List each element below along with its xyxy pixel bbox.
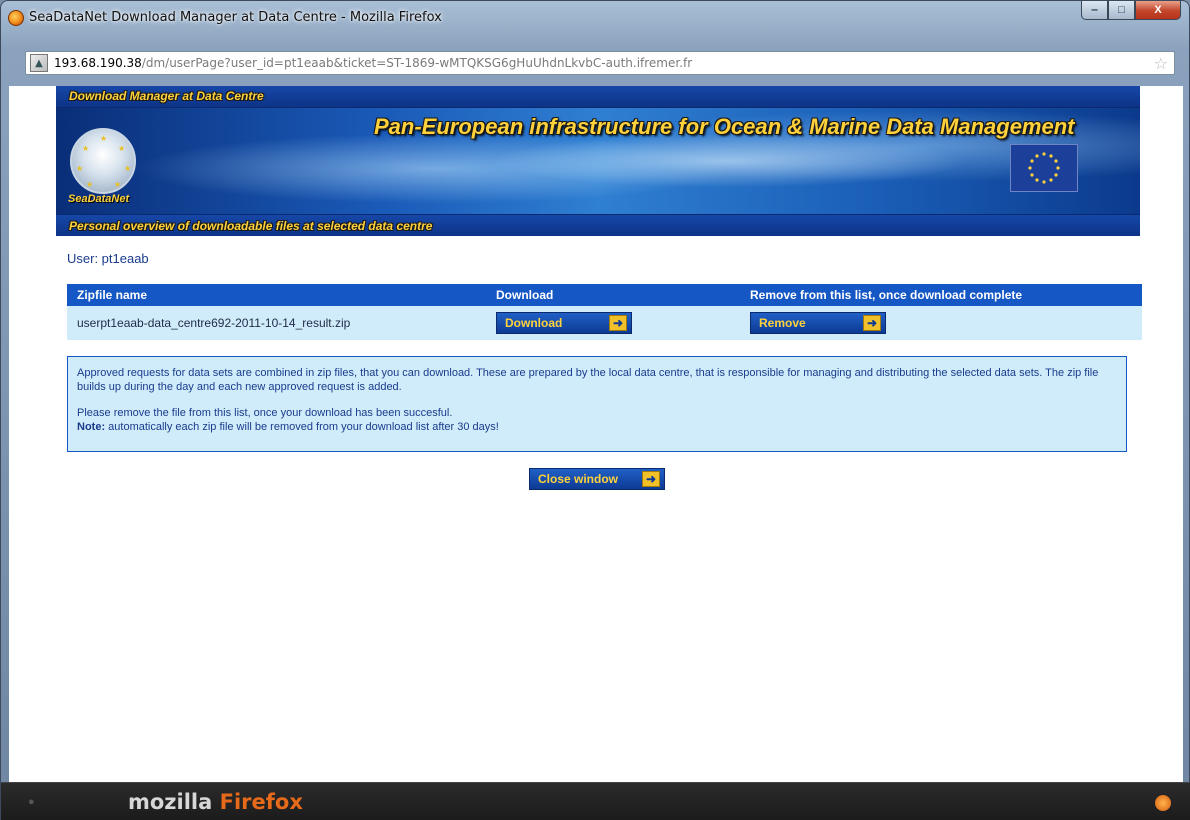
download-cell: Download ➜: [486, 306, 746, 340]
eu-flag-icon: [1010, 144, 1078, 192]
brand-mozilla: mozilla: [128, 790, 213, 814]
logo-name: SeaDataNet: [68, 193, 130, 205]
download-button-label: Download: [505, 316, 563, 330]
arrow-right-icon: ➜: [863, 315, 881, 331]
info-paragraph-remove: Please remove the file from this list, o…: [77, 407, 453, 419]
info-note: Note: automatically each zip file will b…: [77, 420, 1118, 434]
close-window-wrapper: Close window ➜: [529, 468, 665, 490]
banner-top-label: Download Manager at Data Centre: [69, 89, 264, 103]
url-domain: 193.68.190.38: [54, 56, 142, 70]
firefox-icon[interactable]: [8, 10, 24, 26]
note-label: Note:: [77, 421, 106, 433]
browser-window: SeaDataNet Download Manager at Data Cent…: [0, 0, 1190, 820]
zipfile-name: userpt1eaab-data_centre692-2011-10-14_re…: [67, 306, 486, 340]
site-identity-icon[interactable]: ▲: [30, 54, 48, 72]
close-window-label: Close window: [538, 472, 619, 486]
window-controls: ‒ □ X: [1081, 1, 1181, 20]
user-label: User: pt1eaab: [67, 251, 149, 266]
maximize-button[interactable]: □: [1108, 1, 1135, 20]
remove-button-label: Remove: [759, 316, 806, 330]
note-text: automatically each zip file will be remo…: [105, 421, 499, 433]
files-table: Zipfile name Download Remove from this l…: [67, 284, 1142, 340]
table-header-row: Zipfile name Download Remove from this l…: [67, 284, 1142, 306]
info-box: Approved requests for data sets are comb…: [67, 356, 1127, 452]
info-paragraph: Approved requests for data sets are comb…: [77, 367, 1099, 393]
remove-cell: Remove ➜: [746, 306, 1142, 340]
title-bar: SeaDataNet Download Manager at Data Cent…: [1, 1, 1189, 37]
status-icon: ●: [28, 796, 35, 808]
firefox-menu-icon[interactable]: [1155, 795, 1171, 811]
close-window-button[interactable]: Close window ➜: [529, 468, 665, 490]
address-bar[interactable]: ▲ 193.68.190.38 /dm/userPage?user_id=pt1…: [25, 51, 1175, 75]
star-icon[interactable]: ☆: [1154, 54, 1168, 73]
banner-headline: Pan-European infrastructure for Ocean & …: [374, 114, 1075, 139]
remove-button[interactable]: Remove ➜: [750, 312, 886, 334]
column-header-zipfile: Zipfile name: [67, 284, 486, 306]
minimize-button[interactable]: ‒: [1081, 1, 1108, 20]
table-row: userpt1eaab-data_centre692-2011-10-14_re…: [67, 306, 1142, 340]
window-title: SeaDataNet Download Manager at Data Cent…: [29, 10, 442, 25]
page-content: Download Manager at Data Centre Pan-Euro…: [9, 86, 1183, 783]
column-header-download: Download: [486, 284, 746, 306]
close-button[interactable]: X: [1135, 1, 1181, 20]
seadatanet-logo-icon: ★ ★ ★ ★ ★ ★ ★: [70, 128, 136, 194]
header-banner: Download Manager at Data Centre Pan-Euro…: [56, 86, 1140, 236]
arrow-right-icon: ➜: [609, 315, 627, 331]
url-path: /dm/userPage?user_id=pt1eaab&ticket=ST-1…: [141, 56, 693, 70]
column-header-remove: Remove from this list, once download com…: [746, 284, 1142, 306]
download-button[interactable]: Download ➜: [496, 312, 632, 334]
arrow-right-icon: ➜: [642, 471, 660, 487]
banner-bottom-label: Personal overview of downloadable files …: [69, 219, 433, 233]
firefox-wordmark: mozilla Firefox: [128, 790, 303, 814]
firefox-footer-bar: ● mozilla Firefox: [1, 782, 1190, 820]
brand-firefox: Firefox: [219, 790, 303, 814]
